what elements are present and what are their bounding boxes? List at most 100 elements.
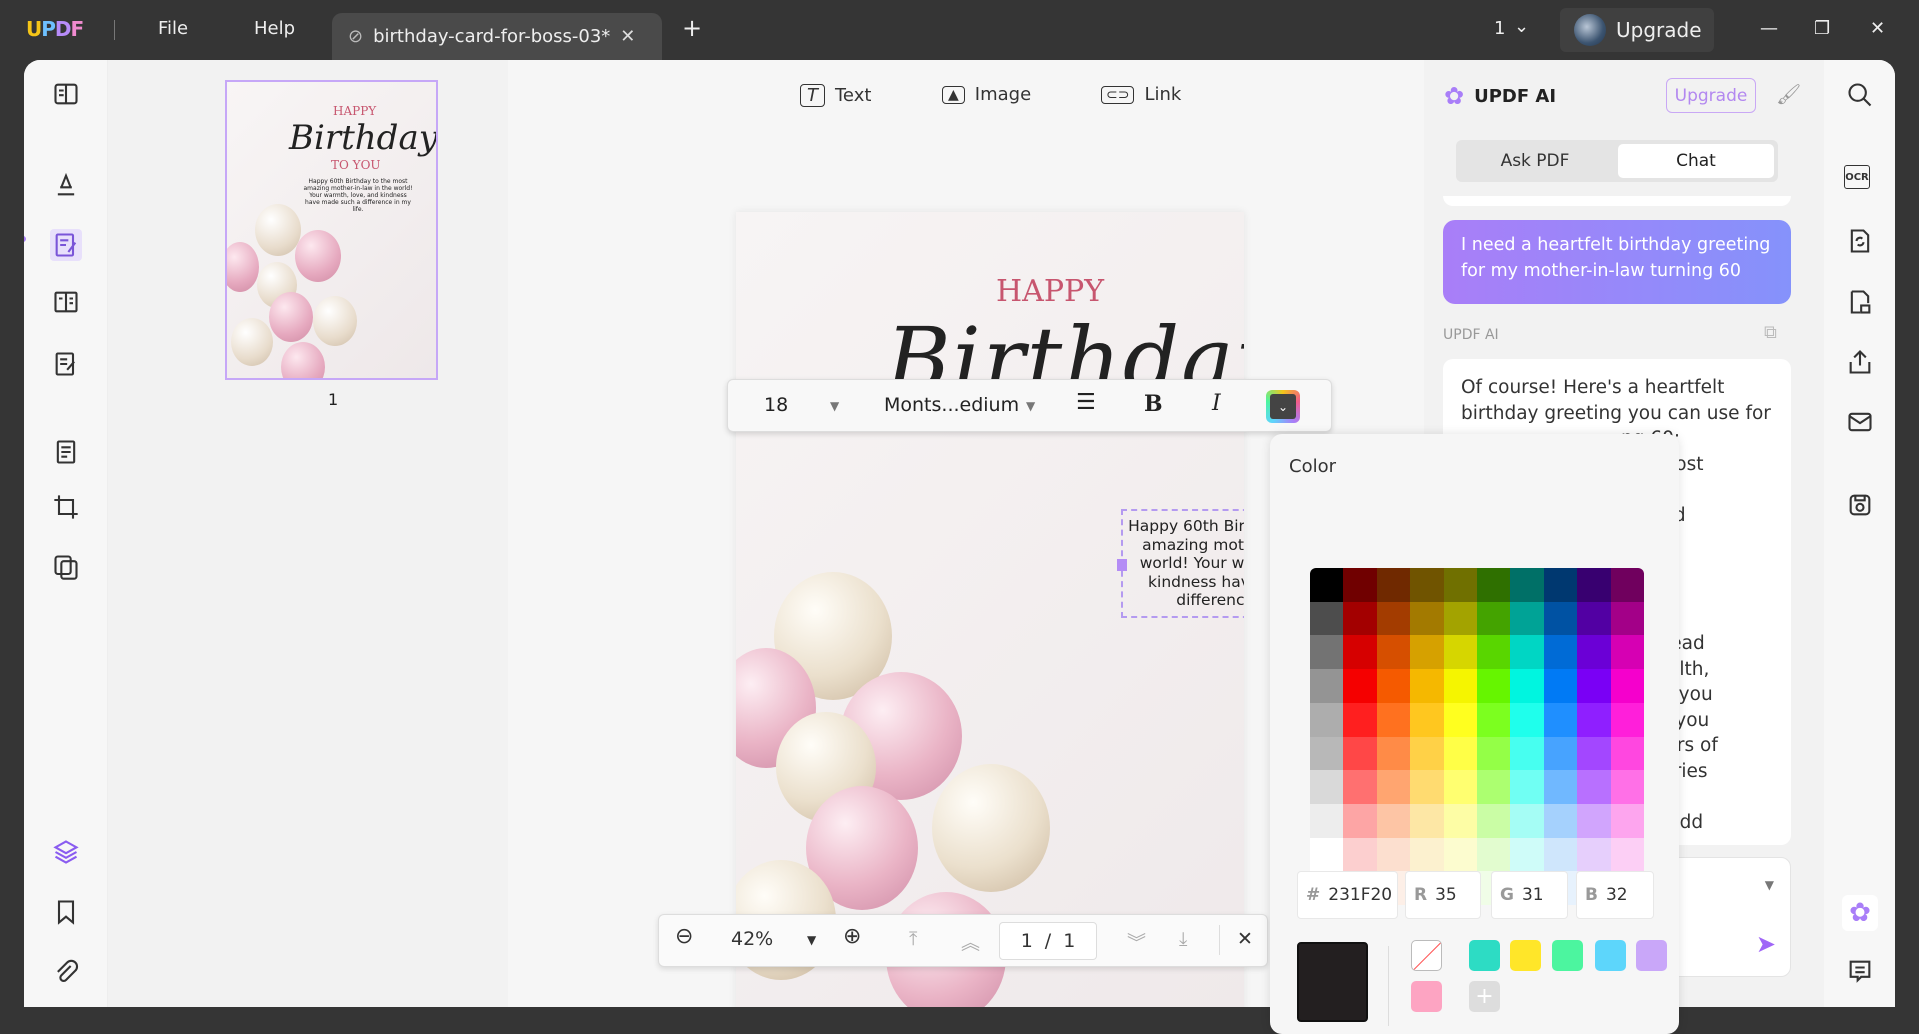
color-swatch[interactable]	[1543, 669, 1578, 703]
ai-upgrade-button[interactable]: Upgrade	[1666, 78, 1756, 113]
color-swatch[interactable]	[1510, 702, 1544, 737]
color-swatch[interactable]	[1376, 736, 1411, 771]
color-swatch[interactable]	[1410, 770, 1444, 804]
page-thumbnail[interactable]: HAPPY Birthday TO YOU Happy 60th Birthda…	[225, 80, 438, 380]
upgrade-button[interactable]: Upgrade	[1560, 8, 1714, 52]
send-icon[interactable]: ➤	[1756, 930, 1776, 958]
hex-input[interactable]: #231F20	[1297, 871, 1398, 919]
color-swatch[interactable]	[1577, 770, 1611, 804]
color-swatch[interactable]	[1477, 803, 1511, 838]
color-swatch[interactable]	[1376, 635, 1411, 670]
color-swatch[interactable]	[1477, 635, 1511, 670]
no-color-swatch[interactable]	[1411, 940, 1442, 971]
new-tab-icon[interactable]: +	[682, 14, 702, 42]
color-swatch[interactable]	[1543, 837, 1578, 872]
color-swatch[interactable]	[1510, 669, 1544, 703]
recent-color-swatch[interactable]	[1636, 940, 1667, 971]
minimize-icon[interactable]: —	[1760, 18, 1778, 39]
color-swatch[interactable]	[1610, 568, 1644, 602]
italic-button[interactable]: I	[1212, 391, 1221, 416]
color-swatch[interactable]	[1443, 736, 1477, 771]
color-swatch[interactable]	[1376, 601, 1411, 636]
color-swatch[interactable]	[1477, 770, 1511, 804]
zoom-in-icon[interactable]: ⊕	[843, 924, 861, 949]
recent-color-swatch[interactable]	[1552, 940, 1583, 971]
color-swatch[interactable]	[1443, 568, 1477, 602]
crop-icon[interactable]	[50, 491, 82, 523]
color-swatch[interactable]	[1310, 770, 1344, 804]
color-swatch[interactable]	[1343, 702, 1377, 737]
color-swatch[interactable]	[1310, 669, 1344, 703]
color-swatch[interactable]	[1376, 837, 1411, 872]
green-input[interactable]: G 31	[1491, 871, 1568, 919]
color-swatch[interactable]	[1343, 736, 1377, 771]
color-swatch[interactable]	[1343, 635, 1377, 670]
color-swatch[interactable]	[1510, 601, 1544, 636]
close-window-icon[interactable]: ✕	[1870, 18, 1885, 39]
share-icon[interactable]	[1844, 346, 1876, 378]
text-box-content[interactable]: Happy 60th Birthday to the most amazing …	[1128, 517, 1244, 609]
comment-icon[interactable]	[1844, 955, 1876, 987]
color-swatch[interactable]	[1410, 568, 1444, 602]
color-swatch[interactable]	[1610, 837, 1644, 872]
menu-help[interactable]: Help	[254, 18, 295, 39]
color-swatch[interactable]	[1543, 803, 1578, 838]
bookmark-icon[interactable]	[50, 896, 82, 928]
color-swatch[interactable]	[1610, 702, 1644, 737]
color-swatch[interactable]	[1543, 568, 1578, 602]
color-swatch[interactable]	[1543, 635, 1578, 670]
color-swatch[interactable]	[1343, 669, 1377, 703]
attachment-icon[interactable]	[50, 957, 82, 989]
color-swatch[interactable]	[1543, 770, 1578, 804]
color-swatch[interactable]	[1343, 803, 1377, 838]
color-swatch[interactable]	[1410, 803, 1444, 838]
chevron-down-icon[interactable]: ⌄	[1514, 16, 1529, 37]
color-swatch[interactable]	[1443, 837, 1477, 872]
color-swatch[interactable]	[1543, 736, 1578, 771]
color-swatch[interactable]	[1543, 702, 1578, 737]
color-swatch[interactable]	[1610, 601, 1644, 636]
organize-pages-icon[interactable]	[50, 286, 82, 318]
color-swatch[interactable]	[1443, 601, 1477, 636]
edit-pdf-icon[interactable]	[50, 229, 82, 261]
color-swatch[interactable]	[1310, 736, 1344, 771]
add-image-button[interactable]: ▲ Image	[942, 84, 1031, 105]
color-swatch[interactable]	[1343, 837, 1377, 872]
color-swatch[interactable]	[1443, 770, 1477, 804]
color-swatch[interactable]	[1577, 568, 1611, 602]
color-swatch[interactable]	[1577, 635, 1611, 670]
color-swatch[interactable]	[1610, 669, 1644, 703]
page-indicator[interactable]: 1	[1494, 18, 1505, 39]
add-text-button[interactable]: T Text	[800, 84, 871, 107]
color-swatch[interactable]	[1577, 601, 1611, 636]
copy-icon[interactable]: ⧉	[1764, 322, 1777, 343]
color-swatch[interactable]	[1310, 702, 1344, 737]
selected-text-box[interactable]: Happy 60th Birthday to the most amazing …	[1117, 509, 1244, 618]
color-swatch[interactable]	[1510, 736, 1544, 771]
first-page-icon[interactable]: ⤒	[909, 928, 917, 950]
recent-color-swatch[interactable]	[1469, 940, 1500, 971]
color-swatch[interactable]	[1477, 702, 1511, 737]
color-swatch[interactable]	[1510, 635, 1544, 670]
font-family-select[interactable]: Monts...edium	[884, 394, 1019, 416]
color-swatch[interactable]	[1410, 669, 1444, 703]
red-input[interactable]: R 35	[1405, 871, 1481, 919]
page-happy-heading[interactable]: HAPPY	[996, 274, 1104, 309]
menu-file[interactable]: File	[158, 18, 188, 39]
color-swatch[interactable]	[1610, 635, 1644, 670]
color-swatch[interactable]	[1477, 837, 1511, 872]
zoom-out-icon[interactable]: ⊖	[675, 924, 693, 949]
document-tab[interactable]: ⊘ birthday-card-for-boss-03* ✕	[332, 13, 662, 60]
resize-handle-left[interactable]	[1117, 559, 1127, 571]
color-swatch[interactable]	[1443, 635, 1477, 670]
recent-color-swatch[interactable]	[1510, 940, 1541, 971]
tab-ask-pdf[interactable]: Ask PDF	[1460, 144, 1610, 178]
bold-button[interactable]: B	[1144, 391, 1163, 417]
batch-icon[interactable]	[50, 551, 82, 583]
color-swatch[interactable]	[1510, 770, 1544, 804]
color-swatch[interactable]	[1577, 669, 1611, 703]
add-color-button[interactable]: +	[1469, 981, 1500, 1012]
color-swatch[interactable]	[1610, 736, 1644, 771]
color-swatch[interactable]	[1477, 669, 1511, 703]
protect-icon[interactable]	[1844, 286, 1876, 318]
